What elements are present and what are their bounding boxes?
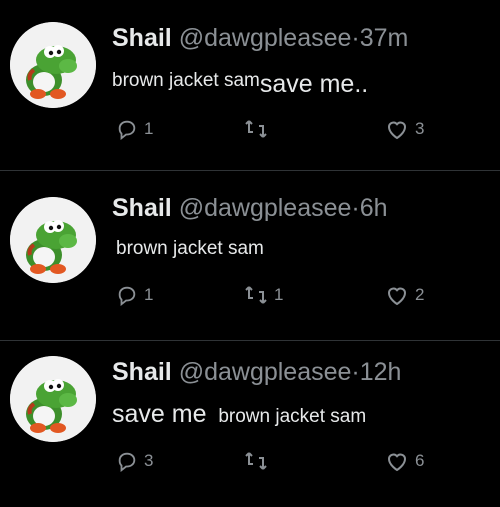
caption-overlay: brown jacket sam xyxy=(218,406,367,427)
tweet-text: save me brown jacket sam xyxy=(112,400,366,429)
reply-count: 1 xyxy=(144,119,154,138)
timestamp[interactable]: 12h xyxy=(360,358,402,386)
like-count: 3 xyxy=(415,119,425,138)
divider xyxy=(0,170,500,171)
retweet-button[interactable]: 1 xyxy=(244,284,283,306)
yoshi-avatar-icon xyxy=(10,356,96,442)
like-button[interactable]: 6 xyxy=(385,450,424,472)
yoshi-avatar-icon xyxy=(10,22,96,108)
heart-icon xyxy=(387,287,407,306)
retweet-button[interactable] xyxy=(244,450,274,472)
like-button[interactable]: 3 xyxy=(385,118,424,140)
reply-button[interactable]: 1 xyxy=(116,284,153,306)
avatar[interactable] xyxy=(10,356,96,442)
tweet-header: Shail @dawgpleasee·12h xyxy=(112,358,401,387)
tweet-1[interactable]: Shail @dawgpleasee·37m brown jacket sams… xyxy=(0,0,500,165)
yoshi-avatar-icon xyxy=(10,197,96,283)
avatar[interactable] xyxy=(10,22,96,108)
reply-count: 1 xyxy=(144,285,154,304)
caption-overlay: brown jacket sam xyxy=(112,70,260,91)
timestamp[interactable]: 6h xyxy=(360,194,388,222)
separator-dot: · xyxy=(351,358,360,386)
user-handle[interactable]: @dawgpleasee xyxy=(179,358,352,386)
timestamp[interactable]: 37m xyxy=(360,24,409,52)
caption-overlay: brown jacket sam xyxy=(116,238,264,259)
avatar[interactable] xyxy=(10,197,96,283)
reply-icon xyxy=(118,286,136,306)
like-count: 6 xyxy=(415,451,425,470)
display-name[interactable]: Shail xyxy=(112,358,172,386)
reply-icon xyxy=(118,120,136,140)
like-count: 2 xyxy=(415,285,425,304)
retweet-button[interactable] xyxy=(244,118,274,140)
display-name[interactable]: Shail xyxy=(112,24,172,52)
heart-icon xyxy=(387,453,407,472)
tweet-2[interactable]: Shail @dawgpleasee·6h brown jacket sam 1… xyxy=(0,172,500,337)
divider xyxy=(0,340,500,341)
user-handle[interactable]: @dawgpleasee xyxy=(179,194,352,222)
retweet-icon xyxy=(245,120,267,138)
tweet-text-original: save me.. xyxy=(259,70,369,98)
tweet-3[interactable]: Shail @dawgpleasee·12h save me brown jac… xyxy=(0,342,500,507)
reply-button[interactable]: 1 xyxy=(116,118,153,140)
separator-dot: · xyxy=(351,194,360,222)
retweet-count: 1 xyxy=(274,285,284,304)
heart-icon xyxy=(387,121,407,140)
tweet-text-original: save me xyxy=(112,400,207,428)
separator-dot: · xyxy=(351,24,360,52)
tweet-text: brown jacket sam xyxy=(116,236,264,260)
retweet-icon xyxy=(245,452,267,470)
tweet-text: brown jacket samsave me.. xyxy=(112,64,368,98)
tweet-header: Shail @dawgpleasee·37m xyxy=(112,24,408,53)
like-button[interactable]: 2 xyxy=(385,284,424,306)
reply-button[interactable]: 3 xyxy=(116,450,153,472)
display-name[interactable]: Shail xyxy=(112,194,172,222)
user-handle[interactable]: @dawgpleasee xyxy=(179,24,352,52)
reply-count: 3 xyxy=(144,451,154,470)
retweet-icon xyxy=(245,286,267,304)
tweet-header: Shail @dawgpleasee·6h xyxy=(112,194,388,223)
reply-icon xyxy=(118,452,136,472)
